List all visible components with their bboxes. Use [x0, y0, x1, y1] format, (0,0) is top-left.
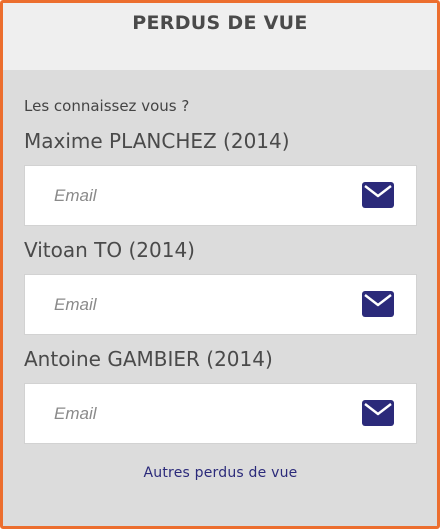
- widget-title: PERDUS DE VUE: [132, 12, 308, 34]
- widget-body: Les connaissez vous ? Maxime PLANCHEZ (2…: [3, 97, 437, 481]
- other-lost-contacts-link[interactable]: Autres perdus de vue: [24, 465, 417, 481]
- email-row: [24, 383, 417, 444]
- email-row: [24, 274, 417, 335]
- envelope-icon: [362, 182, 394, 208]
- email-field[interactable]: [25, 275, 345, 334]
- email-field[interactable]: [25, 166, 345, 225]
- lost-contacts-widget: PERDUS DE VUE Les connaissez vous ? Maxi…: [0, 0, 440, 529]
- contact-name: Vitoan TO (2014): [24, 238, 195, 262]
- envelope-icon: [362, 291, 394, 317]
- contact-name: Antoine GAMBIER (2014): [24, 347, 273, 371]
- envelope-icon: [362, 400, 394, 426]
- widget-header: PERDUS DE VUE: [3, 3, 437, 70]
- send-email-button[interactable]: [362, 291, 394, 317]
- email-row: [24, 165, 417, 226]
- send-email-button[interactable]: [362, 400, 394, 426]
- contact-name: Maxime PLANCHEZ (2014): [24, 129, 290, 153]
- email-field[interactable]: [25, 384, 345, 443]
- intro-text: Les connaissez vous ?: [24, 97, 190, 115]
- send-email-button[interactable]: [362, 182, 394, 208]
